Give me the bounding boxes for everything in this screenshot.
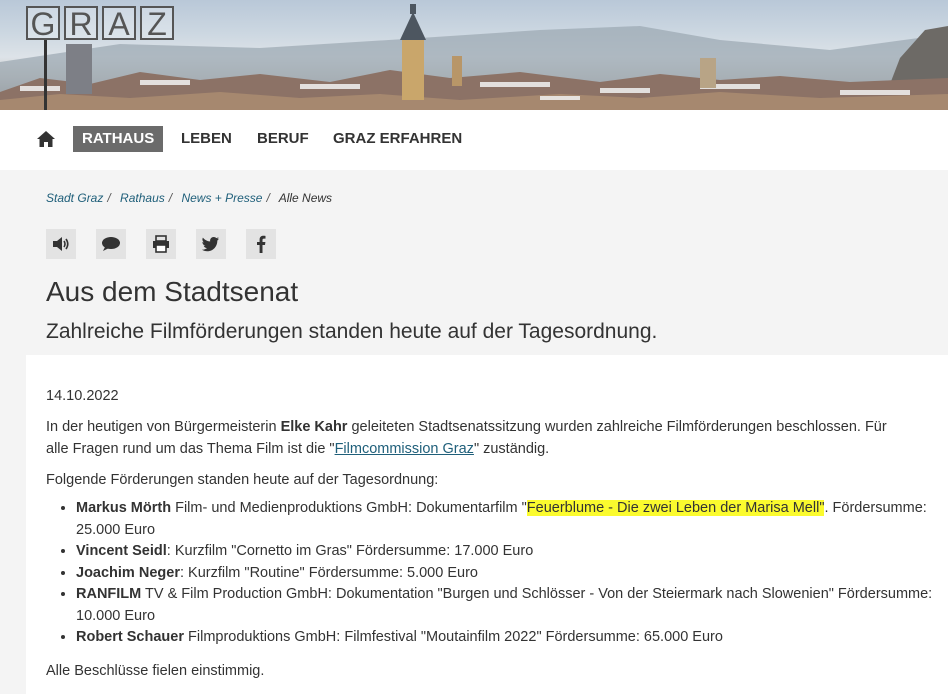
page-subtitle: Zahlreiche Filmförderungen standen heute… — [46, 320, 658, 343]
comment-button[interactable] — [96, 229, 126, 259]
twitter-share-button[interactable] — [196, 229, 226, 259]
mayor-name: Elke Kahr — [280, 419, 348, 435]
twitter-icon — [202, 237, 219, 252]
article-intro: In der heutigen von Bürgermeisterin Elke… — [46, 416, 906, 460]
article-content: 14.10.2022 In der heutigen von Bürgermei… — [26, 355, 948, 694]
facebook-share-button[interactable] — [246, 229, 276, 259]
page-title: Aus dem Stadtsenat — [46, 276, 299, 307]
main-navigation: RATHAUS LEBEN BERUF GRAZ ERFAHREN — [0, 110, 948, 170]
list-item: Robert Schauer Filmproduktions GmbH: Fil… — [76, 627, 946, 649]
header-banner: G R A Z — [0, 0, 948, 110]
recipient-name: RANFILM — [76, 586, 142, 602]
intro-text: In der heutigen von Bürgermeisterin — [46, 419, 281, 435]
recipient-name: Markus Mörth — [76, 500, 172, 516]
graz-logo[interactable]: G R A Z — [26, 6, 174, 40]
logo-letter: G — [26, 6, 60, 40]
nav-item-rathaus[interactable]: RATHAUS — [73, 126, 164, 152]
breadcrumb-separator: / — [107, 191, 111, 205]
list-item: Vincent Seidl: Kurzfilm "Cornetto im Gra… — [76, 541, 946, 563]
list-item: RANFILM TV & Film Production GmbH: Dokum… — [76, 584, 946, 627]
item-text: Film- und Medienproduktions GmbH: Dokume… — [171, 500, 527, 516]
list-intro: Folgende Förderungen standen heute auf d… — [46, 472, 439, 488]
list-item: Joachim Neger: Kurzfilm "Routine" Förder… — [76, 563, 946, 585]
print-icon — [153, 235, 169, 253]
comment-icon — [102, 237, 120, 251]
read-aloud-button[interactable] — [46, 229, 76, 259]
home-icon[interactable] — [36, 130, 56, 148]
article-date: 14.10.2022 — [46, 388, 119, 404]
print-button[interactable] — [146, 229, 176, 259]
item-text: : Kurzfilm "Routine" Fördersumme: 5.000 … — [179, 564, 478, 581]
facebook-icon — [257, 235, 266, 253]
recipient-name: Joachim Neger — [76, 564, 180, 581]
recipient-name: Robert Schauer — [76, 629, 184, 645]
breadcrumb-link[interactable]: Rathaus — [120, 191, 165, 205]
breadcrumb-link[interactable]: News + Presse — [181, 191, 262, 205]
article-closing: Alle Beschlüsse fielen einstimmig. — [46, 663, 265, 679]
list-item: Markus Mörth Film- und Medienproduktions… — [76, 498, 946, 541]
speaker-icon — [53, 237, 69, 251]
funding-list: Markus Mörth Film- und Medienproduktions… — [46, 498, 946, 649]
breadcrumb-separator: / — [168, 191, 173, 205]
item-text: TV & Film Production GmbH: Dokumentation… — [76, 586, 933, 624]
item-text: : Kurzfilm "Cornetto im Gras" Fördersumm… — [166, 543, 534, 559]
breadcrumb-separator: / — [266, 191, 270, 205]
highlighted-text: Feuerblume - Die zwei Leben der Marisa M… — [526, 500, 825, 516]
logo-letter: Z — [140, 6, 174, 40]
nav-item-beruf[interactable]: BERUF — [248, 126, 318, 152]
recipient-name: Vincent Seidl — [76, 543, 167, 559]
logo-letter: R — [64, 6, 98, 40]
nav-item-leben[interactable]: LEBEN — [172, 126, 241, 152]
item-text: Filmproduktions GmbH: Filmfestival "Mout… — [183, 629, 723, 645]
filmcommission-link[interactable]: Filmcommission Graz — [335, 441, 474, 457]
breadcrumb-current: Alle News — [278, 191, 333, 205]
nav-item-graz-erfahren[interactable]: GRAZ ERFAHREN — [324, 126, 471, 152]
breadcrumb-link[interactable]: Stadt Graz — [46, 191, 103, 205]
intro-text: " zuständig. — [473, 441, 550, 457]
logo-letter: A — [102, 6, 136, 40]
breadcrumb: Stadt Graz / Rathaus / News + Presse / Alle… — [46, 191, 332, 205]
